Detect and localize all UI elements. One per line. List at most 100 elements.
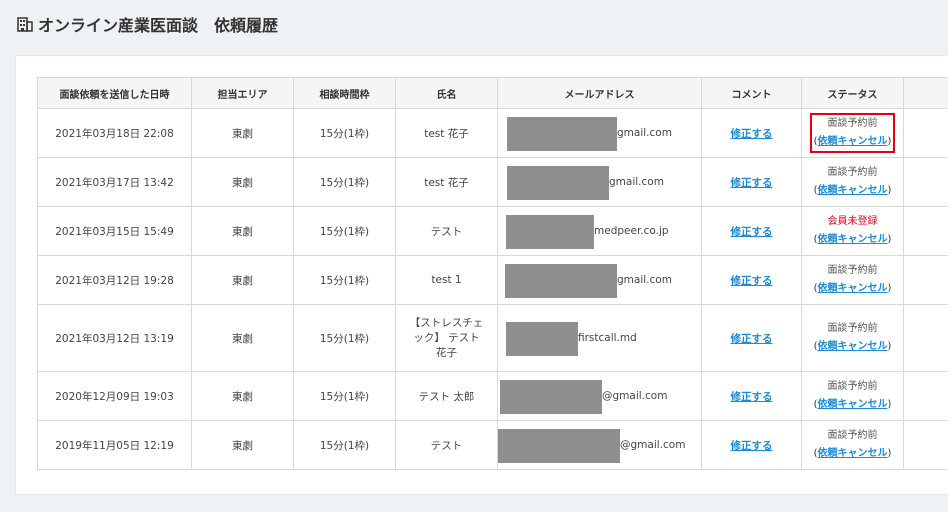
sent-datetime: 2021年03月12日 19:28 <box>55 274 174 287</box>
status-box: 面談予約前 (依頼キャンセル) <box>812 163 894 201</box>
edit-button[interactable]: 修正する <box>731 275 773 287</box>
area-value: 東劇 <box>232 274 253 287</box>
status-cell: 面談予約前 (依頼キャンセル) <box>801 255 904 305</box>
cancel-wrapper: (依頼キャンセル) <box>814 338 892 356</box>
cancel-request-link[interactable]: 依頼キャンセル <box>818 283 888 294</box>
slot-cell: 15分(1枠) <box>293 255 396 305</box>
comment-cell: 修正する <box>701 206 802 256</box>
email-cell: gmail.com <box>497 108 702 158</box>
extra-cell <box>903 420 948 470</box>
status-cell: 面談予約前 (依頼キャンセル) <box>801 108 904 158</box>
email-redaction <box>507 165 609 200</box>
cancel-paren-close: ) <box>887 234 892 245</box>
slot-value: 15分(1枠) <box>319 225 370 238</box>
status-box: 面談予約前 (依頼キャンセル) <box>812 377 894 415</box>
status-cell: 会員未登録 (依頼キャンセル) <box>801 206 904 256</box>
cancel-request-link[interactable]: 依頼キャンセル <box>818 136 888 147</box>
slot-value: 15分(1枠) <box>319 390 370 403</box>
area-cell: 東劇 <box>191 108 294 158</box>
status-box: 面談予約前 (依頼キャンセル) <box>812 426 894 464</box>
slot-cell: 15分(1枠) <box>293 304 396 372</box>
email-cell: firstcall.md <box>497 304 702 372</box>
name-cell: テスト 太郎 <box>395 371 498 421</box>
edit-button[interactable]: 修正する <box>731 226 773 238</box>
table-row: 2021年03月15日 15:49 東劇 15分(1枠) テスト medpeer… <box>37 206 948 256</box>
status-box: 会員未登録 (依頼キャンセル) <box>812 212 894 250</box>
cancel-wrapper: (依頼キャンセル) <box>814 445 892 463</box>
datetime-cell: 2021年03月12日 19:28 <box>37 255 192 305</box>
cancel-wrapper: (依頼キャンセル) <box>814 280 892 298</box>
status-label: 面談予約前 <box>827 265 878 276</box>
status-label: 面談予約前 <box>827 381 878 392</box>
edit-button[interactable]: 修正する <box>731 333 773 345</box>
sent-datetime: 2021年03月18日 22:08 <box>55 127 174 140</box>
status-box: 面談予約前 (依頼キャンセル) <box>812 319 894 357</box>
cancel-request-link[interactable]: 依頼キャンセル <box>818 234 888 245</box>
slot-value: 15分(1枠) <box>319 127 370 140</box>
area-value: 東劇 <box>232 390 253 403</box>
cancel-request-link[interactable]: 依頼キャンセル <box>818 448 888 459</box>
area-cell: 東劇 <box>191 420 294 470</box>
requester-name: test 花子 <box>424 176 469 189</box>
email-cell: gmail.com <box>497 255 702 305</box>
cancel-paren-close: ) <box>887 283 892 294</box>
email-cell: @gmail.com <box>497 371 702 421</box>
table-row: 2021年03月12日 19:28 東劇 15分(1枠) test 1 gmai… <box>37 255 948 305</box>
comment-cell: 修正する <box>701 420 802 470</box>
history-table: 面談依頼を送信した日時 担当エリア 相談時間枠 氏名 メールアドレス コメント … <box>37 77 948 470</box>
column-header-extra <box>903 77 948 109</box>
column-header-status: ステータス <box>801 77 904 109</box>
name-cell: 【ストレスチェック】 テスト花子 <box>395 304 498 372</box>
email-redaction <box>505 263 617 298</box>
table-row: 2019年11月05日 12:19 東劇 15分(1枠) テスト @gmail.… <box>37 420 948 470</box>
status-label: 面談予約前 <box>827 167 878 178</box>
edit-button[interactable]: 修正する <box>731 128 773 140</box>
email-suffix: @gmail.com <box>602 389 668 402</box>
requester-name: test 花子 <box>424 127 469 140</box>
email-suffix: firstcall.md <box>578 331 637 344</box>
slot-cell: 15分(1枠) <box>293 420 396 470</box>
email-redaction <box>506 321 578 356</box>
name-cell: テスト <box>395 420 498 470</box>
status-label: 会員未登録 <box>827 216 878 227</box>
cancel-wrapper: (依頼キャンセル) <box>814 133 892 151</box>
requester-name: テスト <box>430 225 463 238</box>
cancel-request-link[interactable]: 依頼キャンセル <box>818 341 888 352</box>
comment-cell: 修正する <box>701 304 802 372</box>
area-cell: 東劇 <box>191 255 294 305</box>
table-row: 2021年03月18日 22:08 東劇 15分(1枠) test 花子 gma… <box>37 108 948 158</box>
requester-name: test 1 <box>431 274 462 286</box>
datetime-cell: 2021年03月15日 15:49 <box>37 206 192 256</box>
status-cell: 面談予約前 (依頼キャンセル) <box>801 157 904 207</box>
edit-button[interactable]: 修正する <box>731 177 773 189</box>
area-value: 東劇 <box>232 225 253 238</box>
cancel-request-link[interactable]: 依頼キャンセル <box>818 185 888 196</box>
email-redaction <box>498 428 620 463</box>
cancel-request-link[interactable]: 依頼キャンセル <box>818 399 888 410</box>
edit-button[interactable]: 修正する <box>731 440 773 452</box>
extra-cell <box>903 157 948 207</box>
area-value: 東劇 <box>232 127 253 140</box>
cancel-paren-close: ) <box>887 136 892 147</box>
status-cell: 面談予約前 (依頼キャンセル) <box>801 304 904 372</box>
comment-cell: 修正する <box>701 371 802 421</box>
status-cell: 面談予約前 (依頼キャンセル) <box>801 420 904 470</box>
cancel-wrapper: (依頼キャンセル) <box>814 182 892 200</box>
slot-cell: 15分(1枠) <box>293 206 396 256</box>
area-cell: 東劇 <box>191 304 294 372</box>
sent-datetime: 2021年03月17日 13:42 <box>55 176 174 189</box>
comment-cell: 修正する <box>701 108 802 158</box>
table-header-row: 面談依頼を送信した日時 担当エリア 相談時間枠 氏名 メールアドレス コメント … <box>37 77 948 109</box>
column-header-comment: コメント <box>701 77 802 109</box>
datetime-cell: 2019年11月05日 12:19 <box>37 420 192 470</box>
email-suffix: gmail.com <box>617 126 672 139</box>
table-row: 2020年12月09日 19:03 東劇 15分(1枠) テスト 太郎 @gma… <box>37 371 948 421</box>
slot-cell: 15分(1枠) <box>293 371 396 421</box>
extra-cell <box>903 206 948 256</box>
edit-button[interactable]: 修正する <box>731 391 773 403</box>
status-label: 面談予約前 <box>827 430 878 441</box>
name-cell: test 花子 <box>395 157 498 207</box>
area-cell: 東劇 <box>191 157 294 207</box>
area-value: 東劇 <box>232 439 253 452</box>
name-cell: テスト <box>395 206 498 256</box>
